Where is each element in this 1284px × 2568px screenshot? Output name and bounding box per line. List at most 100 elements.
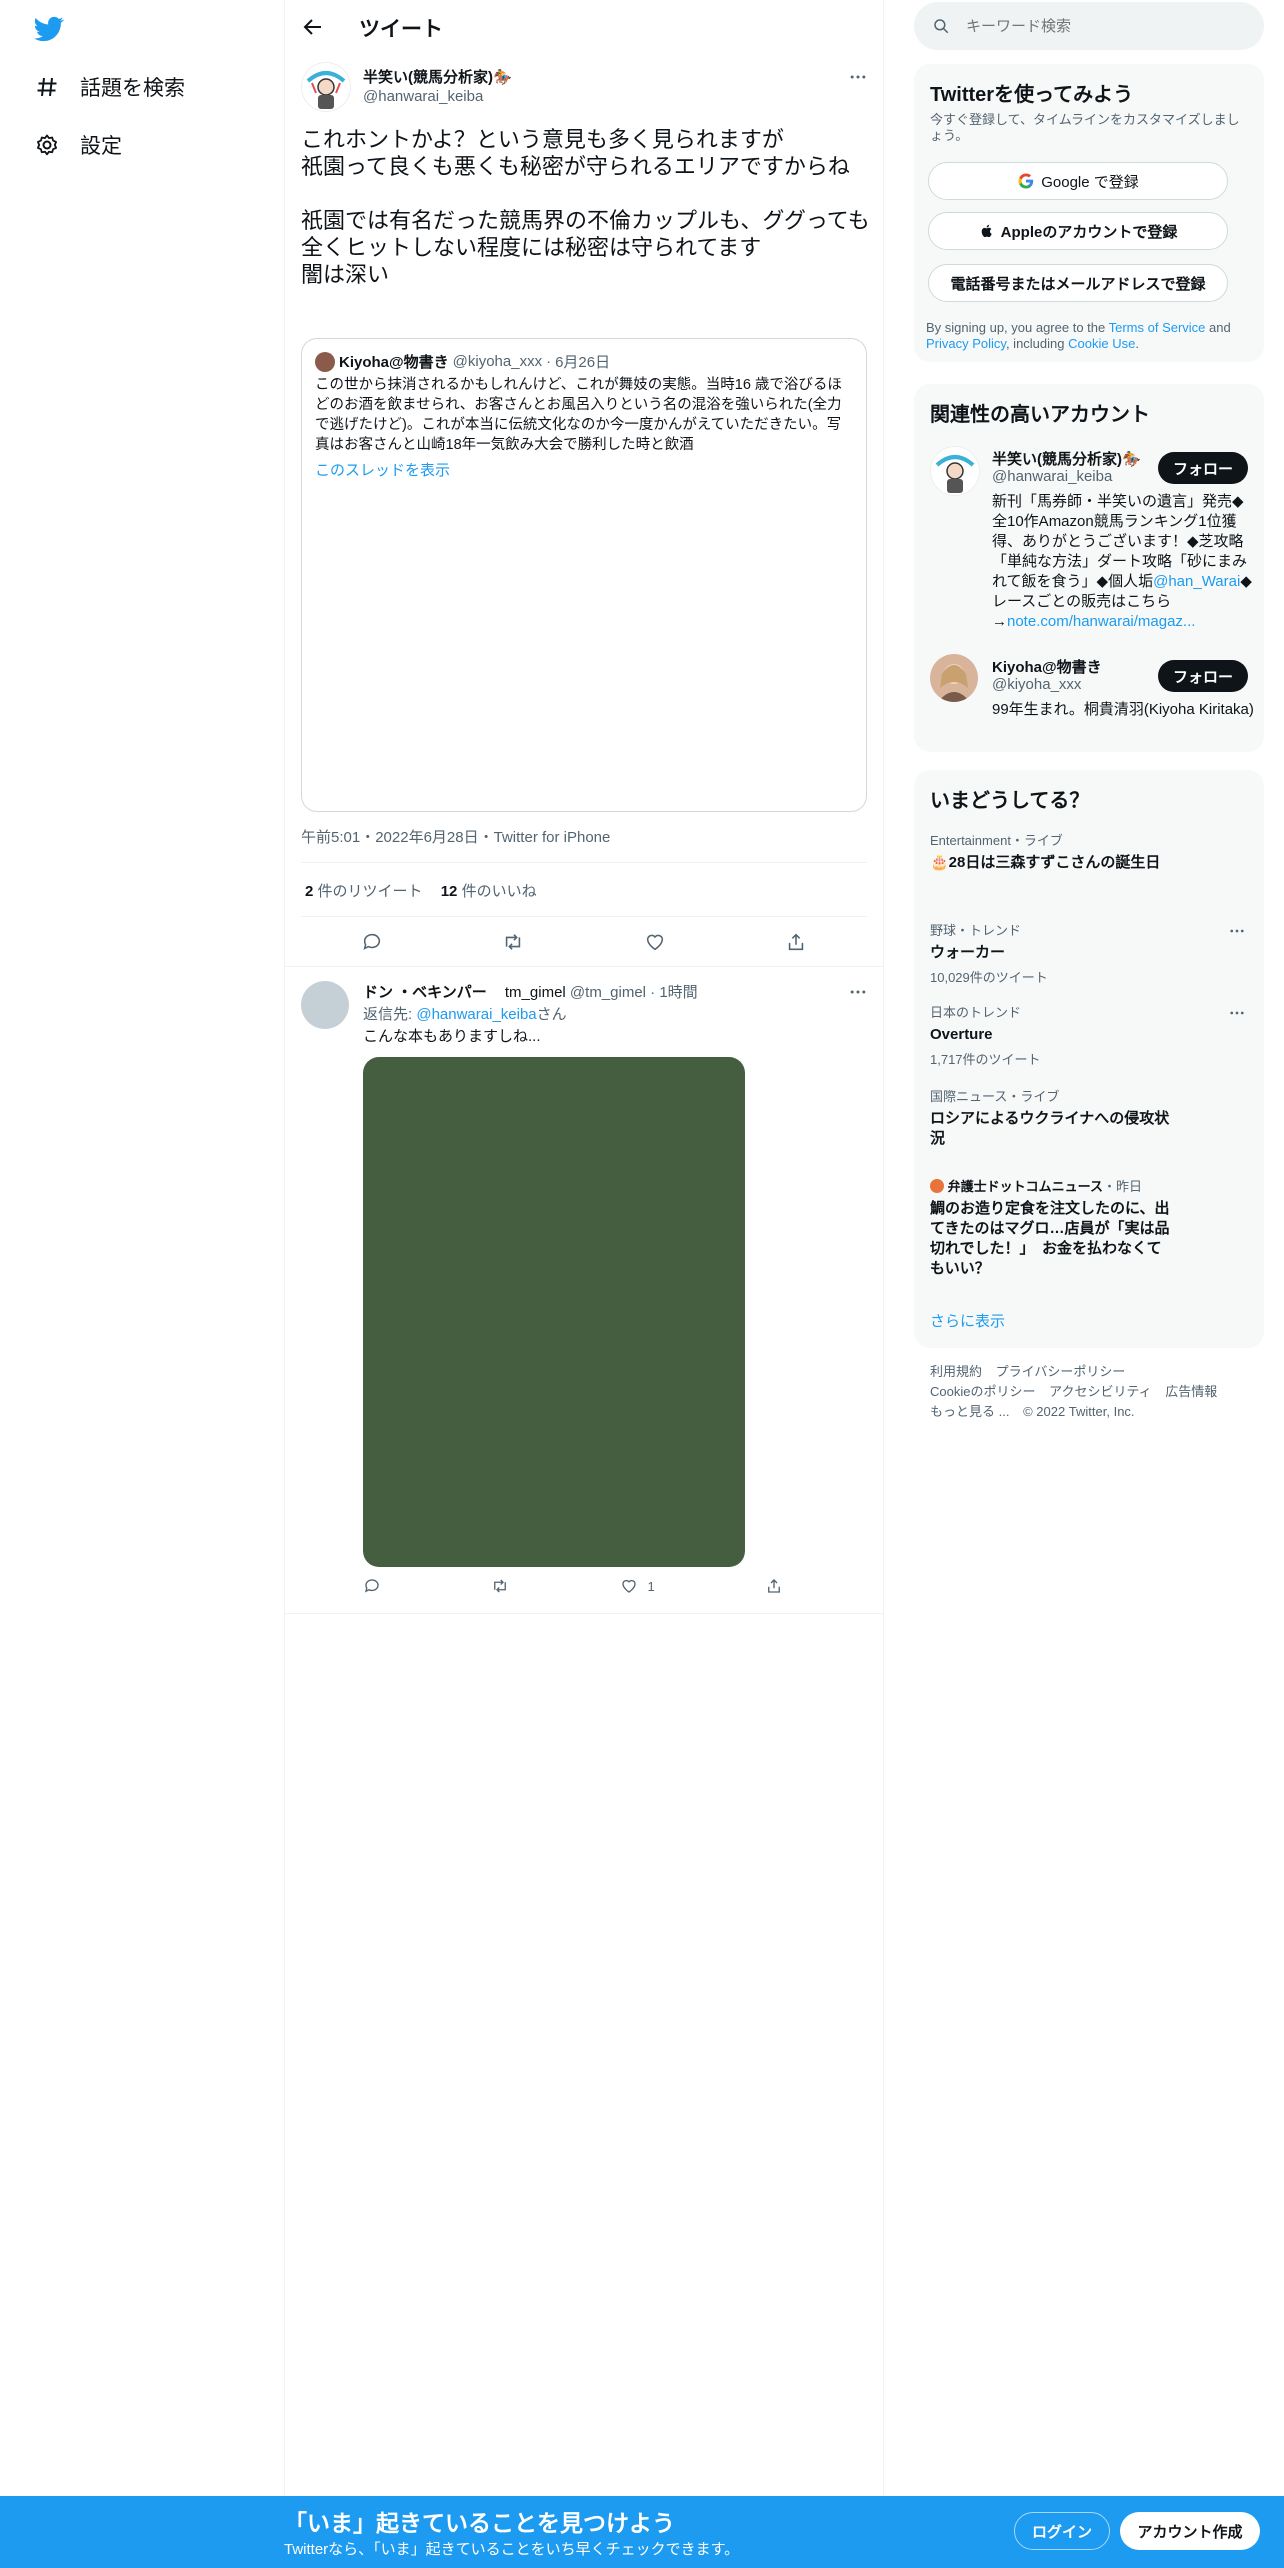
reply-like-button[interactable]: 1 [620,1577,655,1595]
page-header: ツイート [285,0,883,54]
reply-author-name[interactable]: ドン ・ベキンパー [363,984,487,1001]
trend-item[interactable]: 野球・トレンド ウォーカー 10,029件のツイート [930,920,1230,986]
google-signup-button[interactable]: Google で登録 [928,162,1228,200]
terms-link[interactable]: Terms of Service [1109,320,1206,335]
relevant-title: 関連性の高いアカウント [930,404,1150,426]
privacy-link[interactable]: Privacy Policy [926,336,1006,351]
retweet-stat[interactable]: 2 件のリツイート [305,883,423,900]
quoted-tweet[interactable]: Kiyoha@物書き @kiyoha_xxx · 6月26日 この世から抹消され… [301,338,867,812]
reply-reply-icon[interactable] [363,1577,381,1595]
apple-icon [981,224,992,238]
footer-link[interactable]: プライバシーポリシー [996,1364,1126,1379]
main-column: ツイート 半笑い(競馬分析家)🏇 @hanwarai_keiba これホントかよ… [284,0,884,2500]
bottom-headline: 「いま」起きていることを見つけよう [284,2510,675,2536]
reply-author-avatar[interactable] [301,981,349,1029]
search-icon [934,19,949,34]
heart-icon [621,1579,636,1593]
reply-text: こんな本もありますしね... [363,1028,541,1045]
quoted-author-name: Kiyoha@物書き [339,354,449,371]
apple-signup-button[interactable]: Appleのアカウントで登録 [928,212,1228,250]
reply-author-handle[interactable]: @tm_gimel [570,984,646,1001]
reply-header: ドン ・ベキンパー tm_gimel @tm_gimel · 1時間 [363,984,698,1001]
trend-item[interactable]: 日本のトレンド Overture 1,717件のツイート [930,1002,1230,1068]
copyright: © 2022 Twitter, Inc. [1023,1404,1135,1419]
reply-like-count: 1 [647,1578,655,1594]
reply-actions: 1 [363,1577,783,1595]
tweet-source[interactable]: Twitter for iPhone [494,829,611,846]
tweet-meta: 午前5:01・2022年6月28日・Twitter for iPhone [301,829,611,846]
more-options-icon[interactable] [847,66,869,88]
reply-more-options-icon[interactable] [847,981,869,1003]
like-icon[interactable] [637,924,673,960]
trends-card: いまどうしてる？ Entertainment・ライブ 🎂28日は三森すずこさんの… [914,770,1264,1348]
reply-share-icon[interactable] [765,1577,783,1595]
author-avatar-illustration [303,64,349,110]
relevant-avatar-2[interactable] [930,654,978,702]
back-arrow-icon[interactable] [301,15,325,39]
signup-terms: By signing up, you agree to the Terms of… [926,320,1231,351]
relevant-handle-2[interactable]: @kiyoha_xxx [992,676,1081,693]
tweet-time[interactable]: 午前5:01 [301,829,360,846]
divider [301,862,867,863]
cookie-link[interactable]: Cookie Use [1068,336,1135,351]
follow-button-2[interactable]: フォロー [1158,660,1248,692]
trend-news-item[interactable]: 弁護士ドットコムニュース・昨日 鯛のお造り定食を注文したのに、出てきたのはマグロ… [930,1176,1170,1279]
page-title: ツイート [359,18,443,41]
signup-title: Twitterを使ってみよう [930,84,1134,106]
reply-media-image[interactable] [363,1057,745,1567]
google-icon [1018,173,1034,189]
author-handle[interactable]: @hanwarai_keiba [363,88,483,105]
gear-icon [34,132,60,158]
footer-link[interactable]: 広告情報 [1165,1384,1217,1399]
footer-link[interactable]: Cookieのポリシー [930,1384,1035,1399]
bio-url-link[interactable]: note.com/hanwarai/magaz... [1007,613,1195,630]
show-thread-link[interactable]: このスレッドを表示 [315,459,450,480]
reply-icon[interactable] [354,924,390,960]
reply-to-line: 返信先: @hanwarai_keibaさん [363,1006,567,1023]
nav-settings[interactable]: 設定 [34,130,122,160]
reply-time[interactable]: 1時間 [659,984,697,1001]
reply-to-link[interactable]: @hanwarai_keiba [416,1006,536,1023]
relevant-name-1[interactable]: 半笑い(競馬分析家)🏇 [992,448,1141,469]
trend-item[interactable]: Entertainment・ライブ 🎂28日は三森すずこさんの誕生日 [930,830,1230,873]
phone-email-signup-button[interactable]: 電話番号またはメールアドレスで登録 [928,264,1228,302]
reply-author-display: tm_gimel [504,984,566,1001]
tweet-date[interactable]: 2022年6月28日 [375,829,478,846]
footer-link[interactable]: 利用規約 [930,1364,982,1379]
login-button[interactable]: ログイン [1014,2512,1110,2550]
nav-explore-label: 話題を検索 [80,77,185,100]
bottom-signup-bar: 「いま」起きていることを見つけよう Twitterなら、「いま」起きていることを… [0,2496,1284,2568]
retweet-icon[interactable] [495,924,531,960]
relevant-bio-1: 新刊「馬券師・半笑いの遺言」発売◆全10作Amazon競馬ランキング1位獲得、あ… [992,493,1252,630]
search-input[interactable] [964,16,1228,36]
dot-separator: · [546,353,552,370]
show-more-link[interactable]: さらに表示 [930,1310,1005,1331]
reply-retweet-icon[interactable] [491,1577,509,1595]
footer-link[interactable]: もっと見る ... [930,1404,1009,1419]
reply-tweet[interactable]: ドン ・ベキンパー tm_gimel @tm_gimel · 1時間 返信先: … [285,966,883,1614]
share-icon[interactable] [778,924,814,960]
footer-link[interactable]: アクセシビリティ [1049,1384,1152,1399]
trend-item[interactable]: 国際ニュース・ライブ ロシアによるウクライナへの侵攻状況 [930,1086,1170,1149]
relevant-avatar-1[interactable] [930,446,980,496]
relevant-handle-1[interactable]: @hanwarai_keiba [992,468,1112,485]
twitter-logo-icon[interactable] [32,14,66,44]
author-name[interactable]: 半笑い(競馬分析家)🏇 [363,66,512,87]
quoted-tweet-text: この世から抹消されるかもしれんけど、これが舞妓の実態。当時16 歳で浴びるほどの… [315,377,842,453]
create-account-button[interactable]: アカウント作成 [1120,2512,1260,2550]
follow-button-1[interactable]: フォロー [1158,452,1248,484]
nav-explore[interactable]: 話題を検索 [34,72,185,102]
relevant-bio-2: 99年生まれ。桐貴清羽(Kiyoha Kiritaka) [992,701,1254,718]
like-stat[interactable]: 12 件のいいね [441,883,537,900]
bio-mention-link[interactable]: @han_Warai [1153,573,1240,590]
search-box[interactable] [914,2,1264,50]
tweet-text: これホントかよ？という意見も多く見られますが 祇園って良くも悪くも秘密が守られる… [301,127,870,287]
trend-more-icon[interactable] [1226,1002,1248,1024]
hashtag-icon [34,74,60,100]
trend-more-icon[interactable] [1226,920,1248,942]
left-nav: 話題を検索 設定 [0,0,284,2500]
news-source-avatar [930,1179,944,1193]
relevant-name-2[interactable]: Kiyoha@物書き [992,656,1102,677]
sidebar-footer: 利用規約 プライバシーポリシー Cookieのポリシー アクセシビリティ 広告情… [930,1362,1250,1422]
author-avatar[interactable] [301,62,351,112]
